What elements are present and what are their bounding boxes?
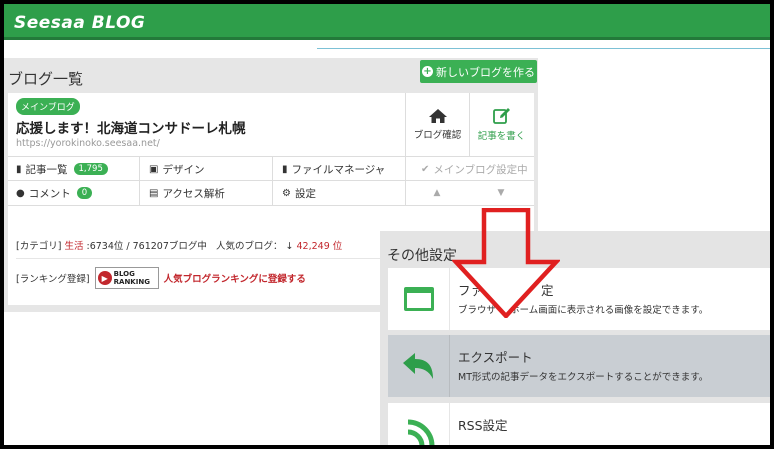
articles-link[interactable]: ▮ 記事一覧 1,795 bbox=[8, 157, 108, 181]
rss-setting-row[interactable]: RSS設定 bbox=[388, 403, 770, 445]
settings-link[interactable]: ⚙ 設定 bbox=[274, 181, 316, 205]
new-blog-label: 新しいブログを作る bbox=[436, 65, 535, 79]
comments-count-badge: 0 bbox=[76, 187, 93, 199]
book-icon: ▮ bbox=[16, 163, 22, 175]
file-manager-link[interactable]: ▮ ファイルマネージャ bbox=[274, 157, 385, 181]
main-blog-setting-label: メインブログ設定中 bbox=[433, 163, 528, 176]
main-blog-badge: メインブログ bbox=[16, 98, 80, 115]
main-blog-setting: ✔ メインブログ設定中 bbox=[413, 157, 528, 181]
edit-icon bbox=[492, 108, 510, 124]
category-name[interactable]: 生活 bbox=[64, 241, 83, 252]
articles-label: 記事一覧 bbox=[25, 163, 68, 176]
chart-icon: ▤ bbox=[149, 187, 159, 199]
category-ranking-line: [カテゴリ] 生活 :6734位 / 761207ブログ中 人気のブログ： ↓ … bbox=[16, 238, 342, 252]
export-icon-box bbox=[388, 335, 450, 397]
write-article-label: 記事を書く bbox=[477, 131, 526, 142]
design-link[interactable]: ▣ デザイン bbox=[141, 157, 204, 181]
ranking-logo-icon: ▶ bbox=[97, 271, 112, 285]
category-rank: :6734位 / 761207ブログ中 bbox=[86, 241, 207, 252]
write-article-button[interactable]: 記事を書く bbox=[469, 93, 533, 156]
gear-icon: ⚙ bbox=[282, 187, 291, 199]
blog-list-title: ブログ一覧 bbox=[8, 70, 84, 88]
export-setting-desc: MT形式の記事データをエクスポートすることができます。 bbox=[458, 372, 709, 383]
file-icon: ▮ bbox=[282, 163, 288, 175]
ranking-prefix: [ランキング登録] bbox=[16, 274, 90, 285]
blog-ranking-logo[interactable]: ▶ BLOG RANKING bbox=[94, 267, 159, 289]
popularity-rank: 42,249 位 bbox=[296, 241, 343, 252]
row-divider bbox=[8, 205, 534, 206]
home-icon bbox=[428, 109, 447, 123]
export-setting-title: エクスポート bbox=[458, 350, 533, 365]
comments-label: コメント bbox=[28, 187, 71, 200]
new-blog-button[interactable]: + 新しいブログを作る bbox=[420, 60, 537, 83]
ranking-logo-top: BLOG bbox=[113, 270, 135, 278]
down-arrow-icon: ↓ bbox=[285, 241, 294, 252]
blog-url[interactable]: https://yorokinoko.seesaa.net/ bbox=[16, 138, 160, 149]
ranking-logo-bottom: RANKING bbox=[113, 278, 150, 286]
file-manager-label: ファイルマネージャ bbox=[291, 163, 386, 176]
other-settings-title: その他設定 bbox=[387, 248, 457, 264]
design-label: デザイン bbox=[162, 163, 205, 176]
popularity-label: 人気のブログ： bbox=[215, 241, 283, 252]
move-up-button[interactable]: ▲ bbox=[405, 181, 469, 205]
access-analysis-link[interactable]: ▤ アクセス解析 bbox=[141, 181, 225, 205]
check-icon: ✔ bbox=[421, 163, 430, 175]
comment-icon: ● bbox=[16, 187, 25, 199]
header-bar: Seesaa BLOG bbox=[4, 4, 770, 40]
window-icon bbox=[403, 287, 434, 311]
access-analysis-label: アクセス解析 bbox=[162, 187, 225, 200]
rss-icon-box bbox=[388, 403, 450, 445]
blog-confirm-button[interactable]: ブログ確認 bbox=[405, 93, 469, 156]
red-down-arrow-icon bbox=[452, 208, 560, 318]
divider-line bbox=[317, 48, 770, 49]
blog-title[interactable]: 応援します！北海道コンサドーレ札幌 bbox=[16, 117, 246, 137]
category-prefix: [カテゴリ] bbox=[16, 241, 62, 252]
plus-circle-icon: + bbox=[422, 65, 433, 77]
other-settings-panel: その他設定 ファ定 ブラウザ ホーム画面に表示される画像を設定できます。 エクスポ… bbox=[380, 231, 770, 445]
favicon-setting-row[interactable]: ファ定 ブラウザ ホーム画面に表示される画像を設定できます。 bbox=[388, 268, 770, 330]
reply-arrow-icon bbox=[402, 353, 433, 379]
browser-frame: Seesaa BLOG ブログ一覧 + 新しいブログを作る メインブログ 応援し… bbox=[4, 4, 770, 445]
rss-icon bbox=[407, 419, 434, 445]
ranking-line: [ランキング登録] ▶ BLOG RANKING 人気ブログランキングに登録する bbox=[16, 267, 306, 289]
articles-count-badge: 1,795 bbox=[73, 163, 108, 175]
favicon-icon-box bbox=[388, 268, 450, 330]
comments-link[interactable]: ● コメント 0 bbox=[8, 181, 93, 205]
ranking-register-link[interactable]: 人気ブログランキングに登録する bbox=[164, 271, 306, 285]
column-divider bbox=[139, 156, 140, 205]
rss-setting-title: RSS設定 bbox=[458, 418, 508, 433]
blog-confirm-label: ブログ確認 bbox=[413, 130, 462, 141]
image-icon: ▣ bbox=[149, 163, 159, 175]
ranking-logo-text: BLOG RANKING bbox=[114, 270, 150, 286]
export-setting-row[interactable]: エクスポート MT形式の記事データをエクスポートすることができます。 bbox=[388, 335, 770, 397]
settings-label: 設定 bbox=[294, 187, 316, 200]
seesaa-logo[interactable]: Seesaa BLOG bbox=[14, 13, 145, 33]
move-down-button[interactable]: ▼ bbox=[469, 181, 533, 205]
column-divider bbox=[272, 156, 273, 205]
